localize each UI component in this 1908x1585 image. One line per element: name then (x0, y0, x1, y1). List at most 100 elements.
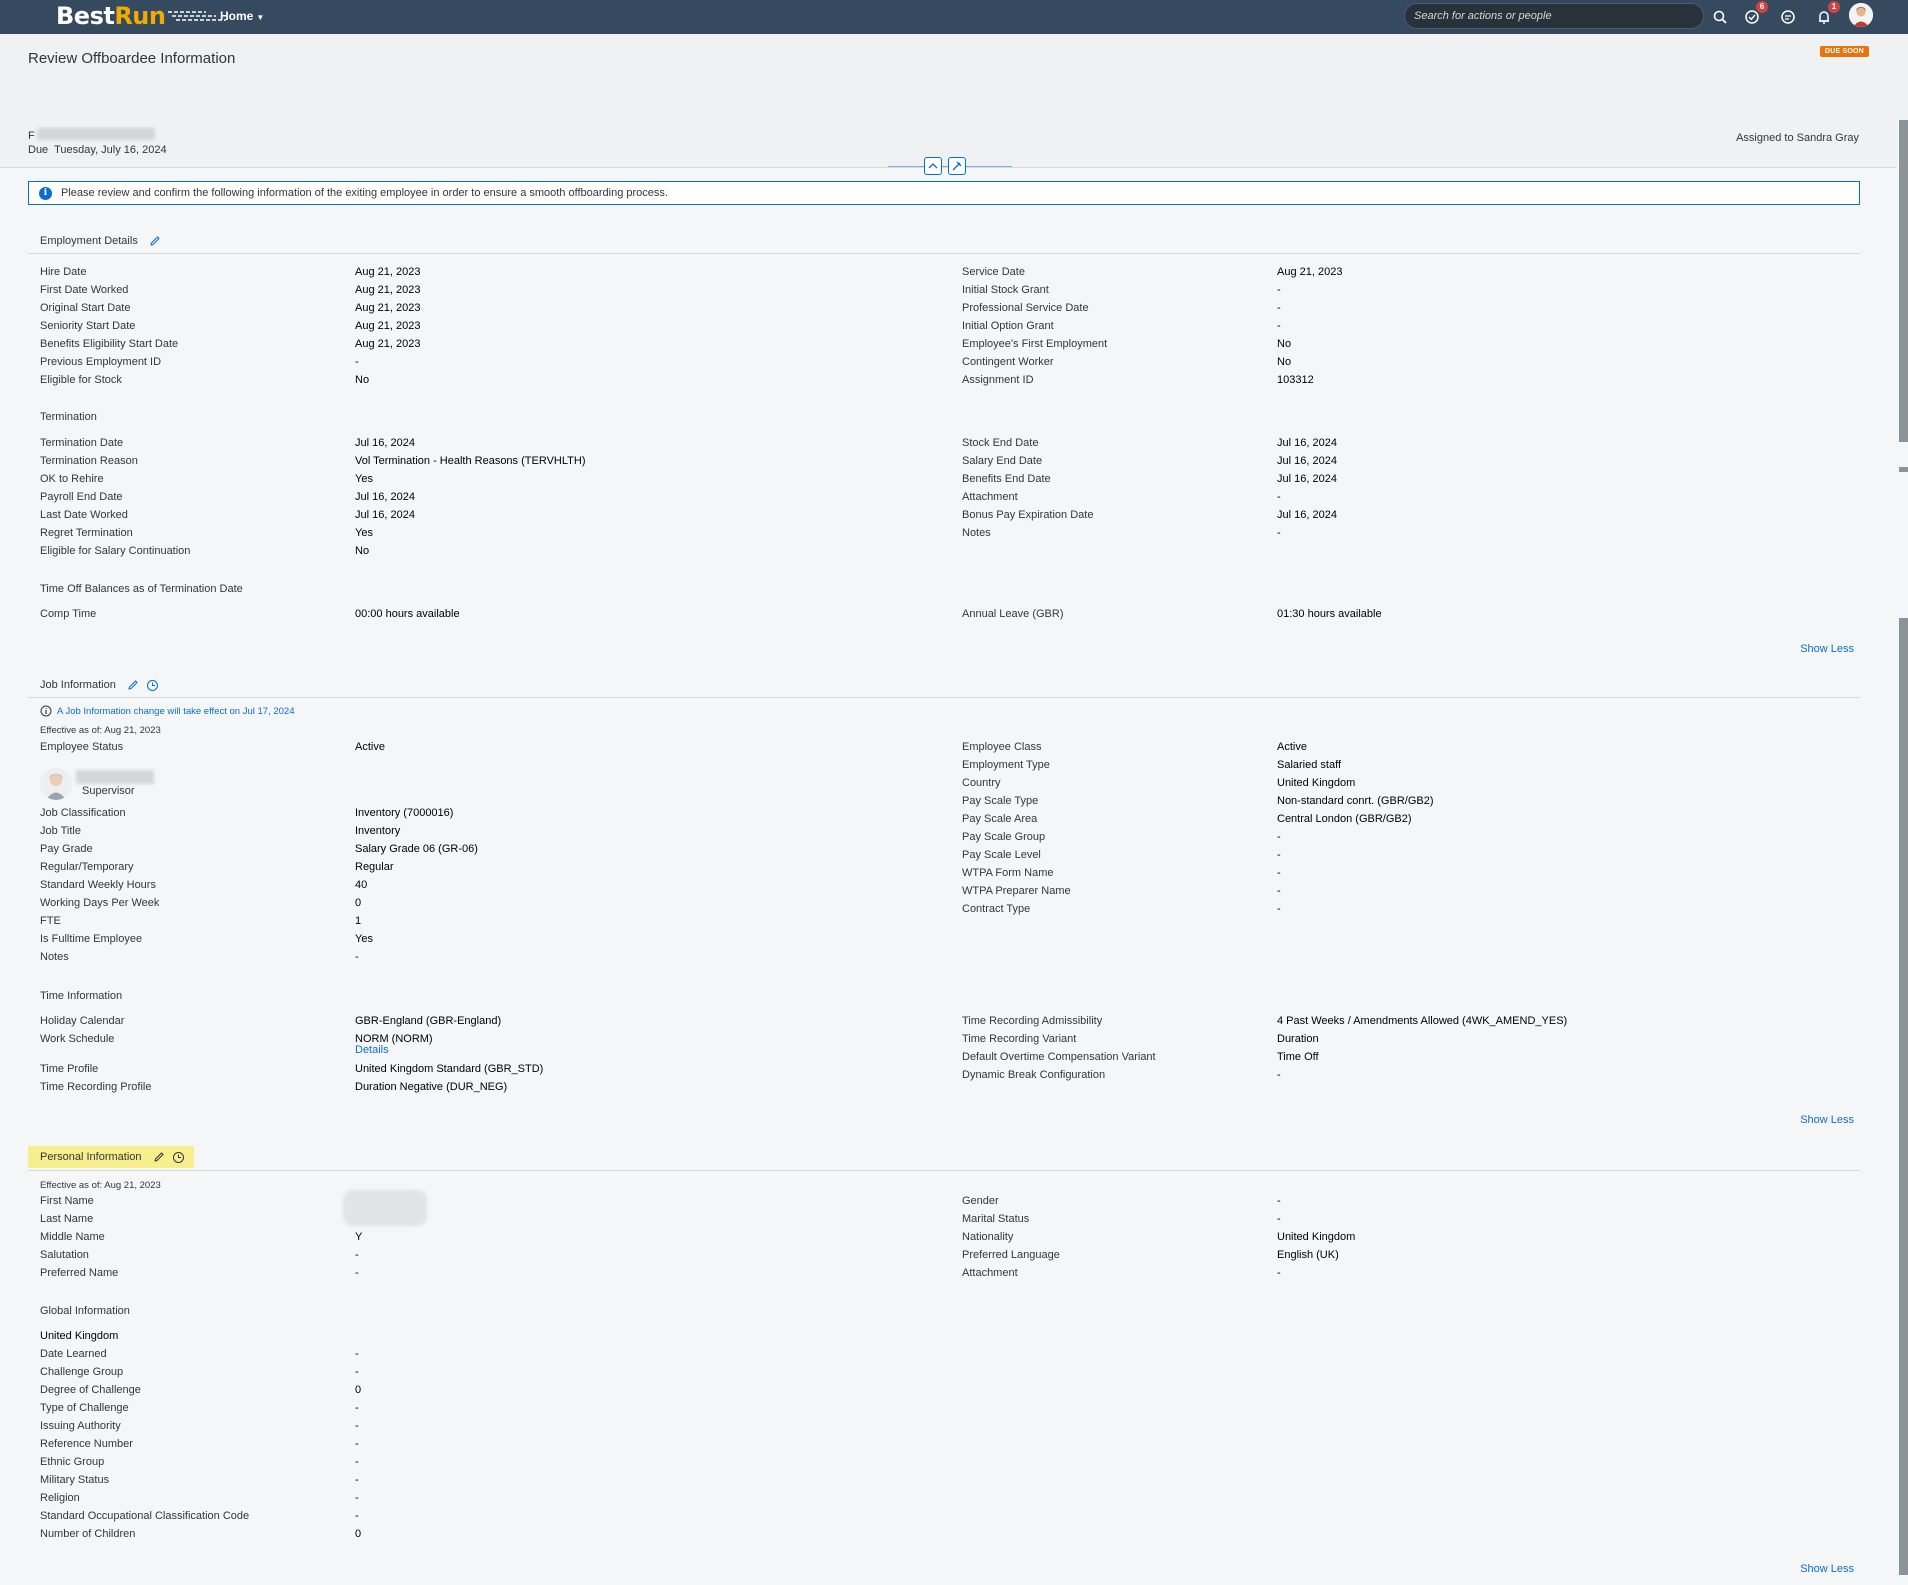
field-value: - (1277, 1213, 1281, 1225)
edit-pencil-icon[interactable] (126, 678, 140, 692)
field-label: Payroll End Date (40, 491, 123, 503)
field-row: Benefits Eligibility Start Date Aug 21, 2… (40, 335, 420, 353)
field-row: Challenge Group - (40, 1363, 361, 1381)
field-value: Central London (GBR/GB2) (1277, 813, 1412, 825)
field-row: Eligible for Salary Continuation No (40, 542, 585, 560)
edit-pencil-icon[interactable] (148, 234, 162, 248)
field-value: - (355, 1249, 359, 1261)
field-value: GBR-England (GBR-England) (355, 1015, 502, 1027)
field-label: Contract Type (962, 903, 1031, 915)
field-value: 1 (355, 915, 362, 927)
field-label: Time Recording Variant (962, 1033, 1077, 1045)
page-title: Review Offboardee Information (28, 50, 236, 67)
history-icon[interactable] (146, 678, 160, 692)
field-value: - (1277, 1195, 1281, 1207)
field-value: No (1277, 356, 1292, 368)
field-label: Professional Service Date (962, 302, 1089, 314)
employment-right-fields: Service Date Aug 21, 2023 Initial Stock G… (962, 263, 1342, 389)
field-value: Jul 16, 2024 (1277, 509, 1337, 521)
time-information-subtitle: Time Information (40, 990, 123, 1002)
field-value: - (355, 951, 359, 963)
field-label: Number of Children (40, 1528, 136, 1540)
scroll-marker (1899, 467, 1908, 472)
field-row: Job Title Inventory (40, 822, 478, 840)
field-value: - (355, 1267, 359, 1279)
scroll-thumb[interactable] (1899, 120, 1908, 442)
due-label: Due (28, 144, 49, 156)
field-label: Military Status (40, 1474, 110, 1486)
personal-show-less-link[interactable]: Show Less (1800, 1563, 1854, 1575)
employment-show-less-link[interactable]: Show Less (1800, 643, 1854, 655)
search-input[interactable] (1404, 3, 1704, 29)
search-icon[interactable] (1710, 7, 1730, 27)
page-scrollbar[interactable] (1897, 120, 1908, 1585)
field-value: - (355, 1366, 359, 1378)
field-row: Service Date Aug 21, 2023 (962, 263, 1342, 281)
field-label: Benefits Eligibility Start Date (40, 338, 179, 350)
history-icon[interactable] (172, 1150, 186, 1164)
field-row: Degree of Challenge 0 (40, 1381, 361, 1399)
field-label: Nationality (962, 1231, 1014, 1243)
field-label: Marital Status (962, 1213, 1030, 1225)
field-value: Non-standard conrt. (GBR/GB2) (1277, 795, 1434, 807)
field-label: Regret Termination (40, 527, 133, 539)
company-logo[interactable]: BestRun (56, 2, 226, 30)
info-circle-icon (40, 705, 52, 717)
field-row: Standard Occupational Classification Cod… (40, 1507, 361, 1525)
user-avatar[interactable] (1849, 3, 1873, 27)
field-label: First Name (40, 1195, 94, 1207)
edit-pencil-icon[interactable] (152, 1150, 166, 1164)
field-value: - (355, 356, 359, 368)
section-divider (28, 253, 1860, 254)
employment-details-header: Employment Details (28, 230, 162, 252)
home-menu[interactable]: Home ▼ (220, 9, 264, 23)
section-divider (28, 697, 1860, 698)
field-row: Holiday Calendar GBR-England (GBR-England… (40, 1012, 501, 1030)
from-prefix: F (28, 130, 35, 142)
redacted-supervisor-name (76, 770, 154, 784)
field-row: Pay Scale Area Central London (GBR/GB2) (962, 810, 1434, 828)
pin-header-button[interactable] (948, 157, 966, 175)
field-value: No (1277, 338, 1292, 350)
due-soon-badge: DUE SOON (1820, 46, 1869, 57)
field-value: Time Off (1277, 1051, 1319, 1063)
field-label: Assignment ID (962, 374, 1034, 386)
global-information-subtitle: Global Information (40, 1305, 130, 1317)
field-row: Employee Class Active (962, 738, 1434, 756)
field-value: Aug 21, 2023 (355, 338, 421, 350)
bell-icon[interactable]: 1 (1814, 1, 1840, 27)
field-label: Salary End Date (962, 455, 1043, 467)
field-label: WTPA Preparer Name (962, 885, 1071, 897)
field-label: Pay Scale Level (962, 849, 1041, 861)
job-change-link[interactable]: A Job Information change will take effec… (57, 706, 294, 717)
field-row: Initial Option Grant - (962, 317, 1342, 335)
field-label: Regular/Temporary (40, 861, 134, 873)
supervisor-avatar[interactable] (40, 768, 72, 800)
field-row: First Name (40, 1192, 362, 1210)
field-value: - (1277, 1267, 1281, 1279)
field-value: 103312 (1277, 374, 1314, 386)
field-value: Yes (355, 473, 373, 485)
scroll-marker (1899, 1252, 1908, 1575)
work-schedule-details-link[interactable]: Details (355, 1044, 389, 1056)
field-label: Job Classification (40, 807, 126, 819)
chat-icon[interactable] (1778, 7, 1798, 27)
job-information-header: Job Information (28, 674, 160, 696)
field-row: Comp Time 00:00 hours available (40, 605, 460, 623)
field-value: Vol Termination - Health Reasons (TERVHL… (355, 455, 586, 467)
time-left-fields-bottom: Time Profile United Kingdom Standard (GBR… (40, 1060, 543, 1096)
field-value: - (1277, 849, 1281, 861)
field-value: - (355, 1348, 359, 1360)
todo-icon[interactable]: 6 (1742, 1, 1768, 27)
field-row: Contract Type - (962, 900, 1434, 918)
field-row: Default Overtime Compensation Variant Tim… (962, 1048, 1567, 1066)
field-label: Ethnic Group (40, 1456, 105, 1468)
field-value: 40 (355, 879, 368, 891)
collapse-header-button[interactable] (924, 157, 942, 175)
field-label: Date Learned (40, 1348, 107, 1360)
field-label: Initial Option Grant (962, 320, 1054, 332)
field-value: Jul 16, 2024 (355, 509, 415, 521)
field-row: Initial Stock Grant - (962, 281, 1342, 299)
job-show-less-link[interactable]: Show Less (1800, 1114, 1854, 1126)
field-label: Default Overtime Compensation Variant (962, 1051, 1156, 1063)
